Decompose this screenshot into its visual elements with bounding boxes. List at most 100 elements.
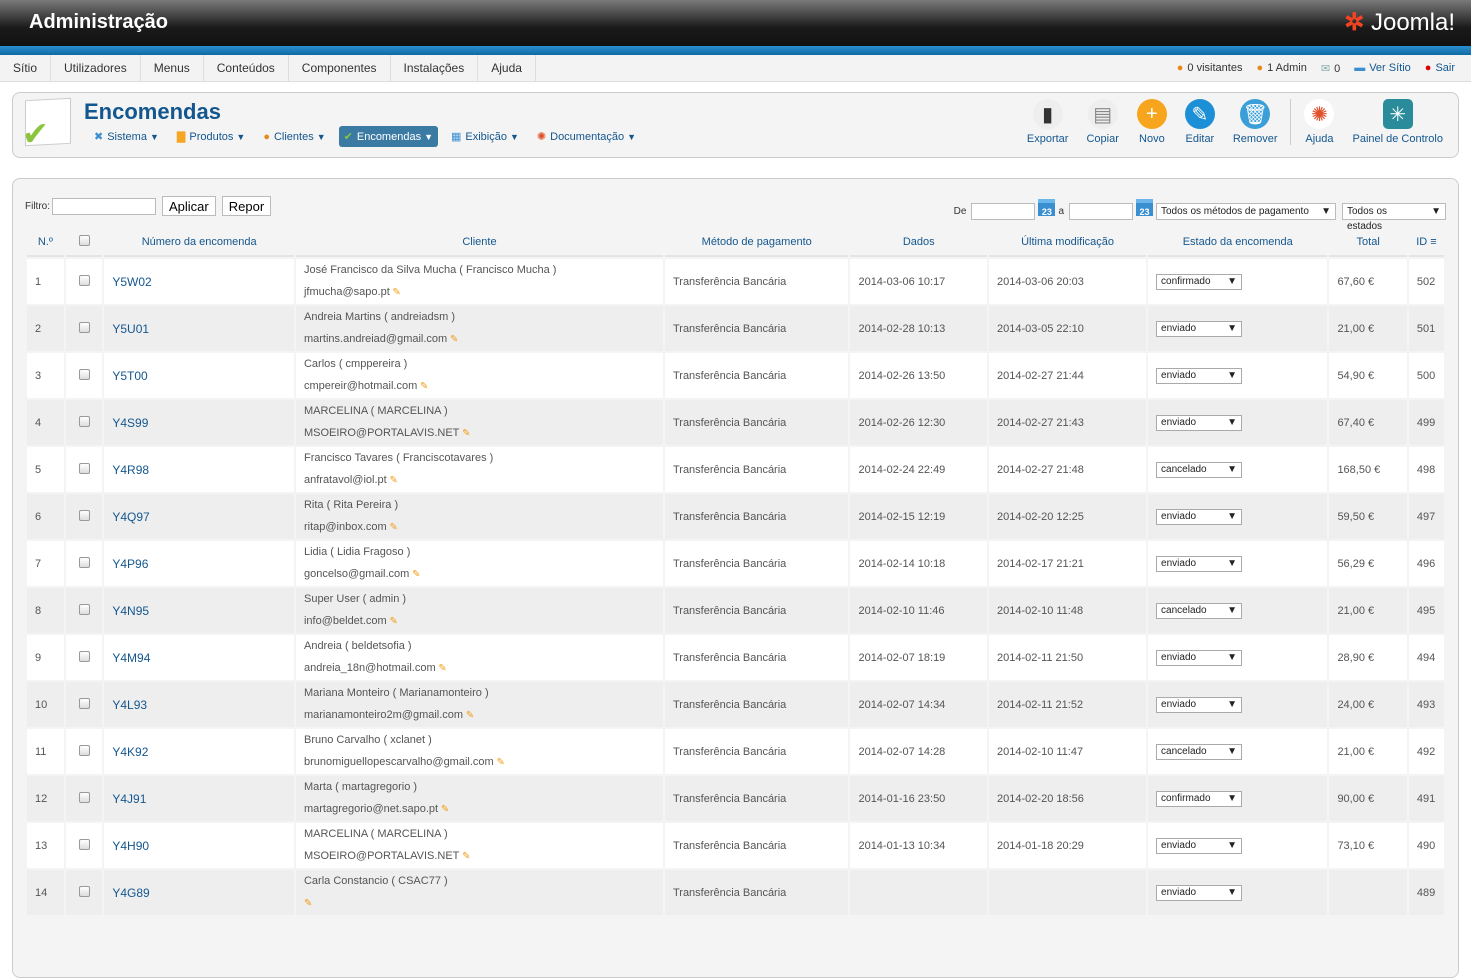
submenu-0[interactable]: ✖ Sistema ▼ <box>89 126 164 147</box>
edit-pencil-icon[interactable]: ✎ <box>459 851 470 862</box>
row-checkbox[interactable] <box>78 462 90 474</box>
edit-button[interactable]: ✎ Editar <box>1176 99 1224 145</box>
order-link[interactable]: Y5T00 <box>112 369 147 383</box>
order-state-select[interactable]: enviado ▼ <box>1156 696 1243 713</box>
table-row[interactable]: 2 Y5U01 Andreia Martins ( andreiadsm ) mart… <box>27 306 1444 351</box>
menu-item-1[interactable]: Utilizadores <box>51 54 141 82</box>
order-state-select[interactable]: enviado ▼ <box>1156 837 1243 854</box>
order-state-select[interactable]: confirmado ▼ <box>1156 790 1243 807</box>
logout-link[interactable]: ● Sair <box>1425 62 1455 75</box>
column-header-7[interactable]: Estado da encomenda <box>1148 229 1328 257</box>
table-row[interactable]: 4 Y4S99 MARCELINA ( MARCELINA ) MSOEIRO@POR… <box>27 400 1444 445</box>
order-link[interactable]: Y5U01 <box>112 322 149 336</box>
order-state-select[interactable]: enviado ▼ <box>1156 555 1243 572</box>
order-link[interactable]: Y4J91 <box>112 792 146 806</box>
row-checkbox[interactable] <box>78 509 90 521</box>
row-checkbox[interactable] <box>78 274 90 286</box>
order-state-select[interactable]: cancelado ▼ <box>1156 602 1243 619</box>
menu-item-0[interactable]: Sítio <box>0 54 52 82</box>
row-checkbox[interactable] <box>78 556 90 568</box>
edit-pencil-icon[interactable]: ✎ <box>494 757 504 768</box>
edit-pencil-icon[interactable]: ✎ <box>447 334 458 345</box>
column-header-0[interactable]: N.º <box>27 229 64 257</box>
table-row[interactable]: 11 Y4K92 Bruno Carvalho ( xclanet ) brunomi… <box>27 729 1444 774</box>
submenu-3[interactable]: ✔ Encomendas ▼ <box>338 126 438 147</box>
order-state-select[interactable]: enviado ▼ <box>1156 884 1243 901</box>
column-header-1[interactable] <box>65 229 103 257</box>
column-header-6[interactable]: Última modificação <box>989 229 1147 257</box>
table-row[interactable]: 3 Y5T00 Carlos ( cmppereira ) cmpereir@hotm… <box>27 353 1444 398</box>
calendar-icon[interactable]: 23 <box>1136 198 1153 217</box>
order-link[interactable]: Y4L93 <box>112 698 147 712</box>
remove-button[interactable]: 🗑 Remover <box>1224 99 1287 145</box>
control-panel-button[interactable]: ✳ Painel de Controlo <box>1343 99 1452 145</box>
row-checkbox[interactable] <box>78 791 90 803</box>
edit-pencil-icon[interactable]: ✎ <box>463 710 474 721</box>
row-checkbox[interactable] <box>78 603 90 615</box>
row-checkbox[interactable] <box>78 415 90 427</box>
order-state-select[interactable]: enviado ▼ <box>1156 508 1243 525</box>
edit-pencil-icon[interactable]: ✎ <box>387 616 397 627</box>
order-state-select[interactable]: confirmado ▼ <box>1156 273 1243 290</box>
table-row[interactable]: 6 Y4Q97 Rita ( Rita Pereira ) ritap@inbox.c… <box>27 494 1444 539</box>
help-button[interactable]: ✺ Ajuda <box>1295 99 1343 145</box>
column-header-2[interactable]: Número da encomenda <box>104 229 294 257</box>
column-header-3[interactable]: Cliente <box>295 229 663 257</box>
table-row[interactable]: 7 Y4P96 Lidia ( Lidia Fragoso ) goncelso@gm… <box>27 541 1444 586</box>
apply-button[interactable]: Aplicar <box>162 196 216 216</box>
edit-pencil-icon[interactable]: ✎ <box>459 428 470 439</box>
order-state-select[interactable]: cancelado ▼ <box>1156 743 1243 760</box>
edit-pencil-icon[interactable]: ✎ <box>390 287 401 298</box>
order-link[interactable]: Y4Q97 <box>112 510 149 524</box>
table-row[interactable]: 13 Y4H90 MARCELINA ( MARCELINA ) MSOEIRO@PO… <box>27 823 1444 868</box>
order-link[interactable]: Y4K92 <box>112 745 148 759</box>
edit-pencil-icon[interactable]: ✎ <box>409 569 420 580</box>
order-state-select[interactable]: enviado ▼ <box>1156 367 1243 384</box>
menu-item-4[interactable]: Componentes <box>289 54 391 82</box>
export-button[interactable]: ▮ Exportar <box>1018 99 1078 145</box>
order-link[interactable]: Y4M94 <box>112 651 150 665</box>
edit-pencil-icon[interactable]: ✎ <box>438 804 449 815</box>
edit-pencil-icon[interactable]: ✎ <box>387 522 397 533</box>
edit-pencil-icon[interactable]: ✎ <box>417 381 428 392</box>
order-link[interactable]: Y4G89 <box>112 886 149 900</box>
date-to-input[interactable] <box>1069 202 1133 220</box>
row-checkbox[interactable] <box>78 368 90 380</box>
row-checkbox[interactable] <box>78 744 90 756</box>
submenu-5[interactable]: ✺ Documentação ▼ <box>532 126 641 147</box>
order-state-select[interactable]: cancelado ▼ <box>1156 461 1243 478</box>
table-row[interactable]: 10 Y4L93 Mariana Monteiro ( Marianamonteir… <box>27 682 1444 727</box>
order-link[interactable]: Y4P96 <box>112 557 148 571</box>
table-row[interactable]: 14 Y4G89 Carla Constancio ( CSAC77 ) ✎ Tran… <box>27 870 1444 915</box>
row-checkbox[interactable] <box>78 697 90 709</box>
table-row[interactable]: 8 Y4N95 Super User ( admin ) info@beldet.co… <box>27 588 1444 633</box>
edit-pencil-icon[interactable]: ✎ <box>387 475 397 486</box>
column-header-9[interactable]: ID ≡ <box>1408 229 1444 257</box>
menu-item-6[interactable]: Ajuda <box>478 54 536 82</box>
payment-method-select[interactable]: Todos os métodos de pagamento ▼ <box>1156 202 1336 220</box>
filter-input[interactable] <box>52 197 156 215</box>
column-header-5[interactable]: Dados <box>850 229 988 257</box>
date-from-input[interactable] <box>971 202 1036 220</box>
view-site-link[interactable]: ▬ Ver Sítio <box>1354 62 1411 75</box>
edit-pencil-icon[interactable]: ✎ <box>436 663 446 674</box>
row-checkbox[interactable] <box>78 885 90 897</box>
order-link[interactable]: Y4S99 <box>112 416 148 430</box>
row-checkbox[interactable] <box>78 650 90 662</box>
order-state-select[interactable]: enviado ▼ <box>1156 320 1243 337</box>
edit-pencil-icon[interactable]: ✎ <box>304 898 312 909</box>
table-row[interactable]: 9 Y4M94 Andreia ( beldetsofia ) andreia_18n… <box>27 635 1444 680</box>
submenu-2[interactable]: ● Clientes ▼ <box>258 127 330 147</box>
column-header-4[interactable]: Método de pagamento <box>664 229 849 257</box>
messages-status[interactable]: ✉ 0 <box>1321 62 1340 75</box>
row-checkbox[interactable] <box>78 321 90 333</box>
order-state-select[interactable]: enviado ▼ <box>1156 414 1243 431</box>
table-row[interactable]: 5 Y4R98 Francisco Tavares ( Franciscotavar… <box>27 447 1444 492</box>
calendar-icon[interactable]: 23 <box>1038 198 1056 217</box>
order-state-select[interactable]: enviado ▼ <box>1156 649 1243 666</box>
state-select[interactable]: Todos os estados ▼ <box>1342 202 1446 232</box>
row-checkbox[interactable] <box>78 838 90 850</box>
table-row[interactable]: 12 Y4J91 Marta ( martagregorio ) martagrego… <box>27 776 1444 821</box>
new-button[interactable]: + Novo <box>1128 99 1176 145</box>
copy-button[interactable]: ▤ Copiar <box>1077 99 1127 145</box>
